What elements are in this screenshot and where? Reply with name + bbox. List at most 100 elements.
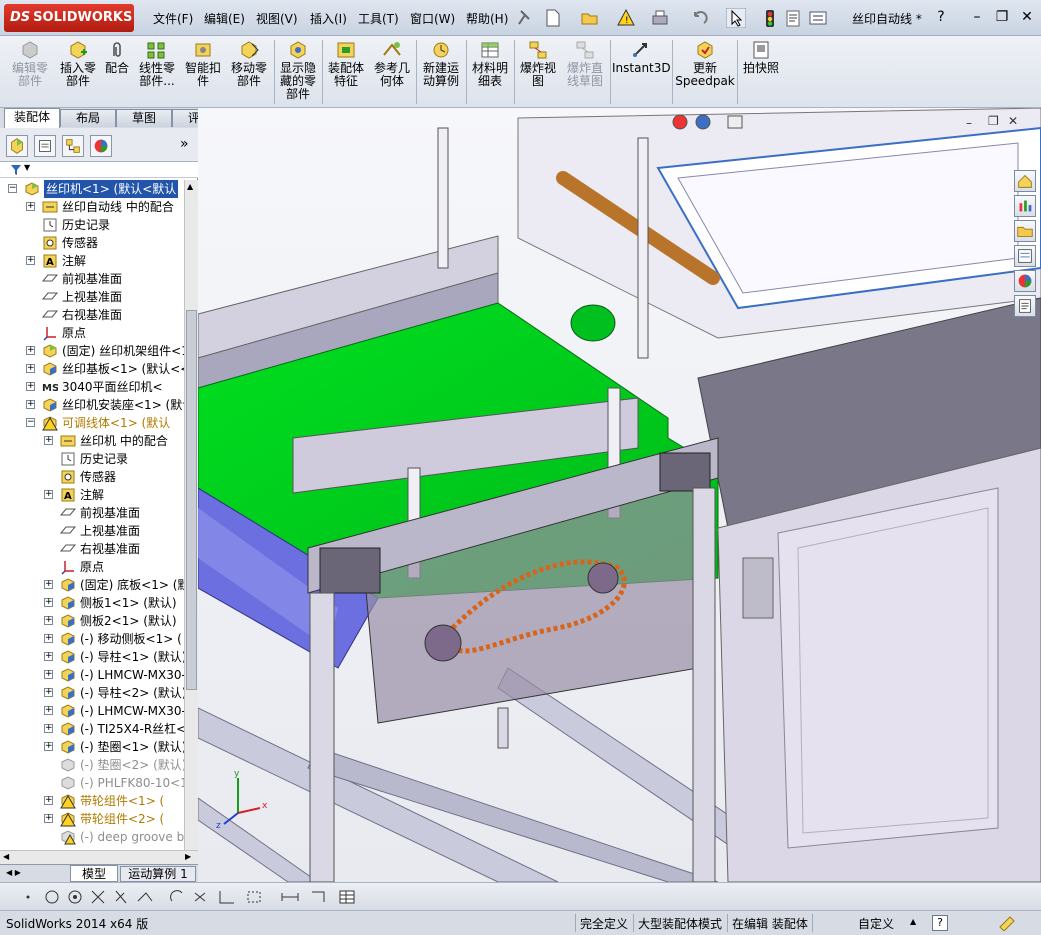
solidworks-logo[interactable]: DS SOLIDWORKS <box>4 4 134 32</box>
tree-node[interactable]: + 丝印机 中的配合 <box>0 432 184 450</box>
tree-node[interactable]: + (固定) 底板<1> (默 <box>0 576 184 594</box>
tree-node[interactable]: + (-) 垫圈<1> (默认) <box>0 738 184 756</box>
tree-node[interactable]: 传感器 <box>0 468 184 486</box>
home-icon[interactable] <box>1014 170 1036 192</box>
expand-plus-icon[interactable]: + <box>44 634 53 643</box>
scroll-left-arrow-icon[interactable]: ◀ <box>3 852 9 861</box>
viewport-minimize-icon[interactable]: – <box>966 116 972 130</box>
resources-icon[interactable] <box>1014 195 1036 217</box>
mate-button[interactable]: 配合 <box>102 40 132 75</box>
expand-plus-icon[interactable]: + <box>26 400 35 409</box>
units-dropdown-icon[interactable]: ▲ <box>910 917 916 926</box>
tab-motion-study[interactable]: 运动算例 1 <box>120 866 196 882</box>
tree-node[interactable]: (-) deep groove b <box>0 828 184 846</box>
menu-file[interactable]: 文件(F) <box>153 10 193 27</box>
tree-node[interactable]: (-) 垫圈<2> (默认) <box>0 756 184 774</box>
expand-plus-icon[interactable]: + <box>44 688 53 697</box>
help-button[interactable]: ? <box>932 8 950 26</box>
file-explorer-icon[interactable] <box>1014 245 1036 267</box>
appearances-icon[interactable] <box>1014 270 1036 292</box>
expand-plus-icon[interactable]: + <box>44 706 53 715</box>
linear-pattern-button[interactable]: 线性零 部件... <box>135 40 179 88</box>
reference-geometry-button[interactable]: 参考几 何体 <box>370 40 414 88</box>
menu-edit[interactable]: 编辑(E) <box>204 10 245 27</box>
bill-of-materials-button[interactable]: 材料明 细表 <box>468 40 512 88</box>
rebuild-warning-icon[interactable]: ! <box>616 8 636 28</box>
expand-plus-icon[interactable]: + <box>26 364 35 373</box>
tree-node[interactable]: − 可调线体<1> (默认 <box>0 414 184 432</box>
tree-node[interactable]: + 带轮组件<2> ( <box>0 810 184 828</box>
select-pointer-icon[interactable] <box>726 8 746 28</box>
exploded-view-button[interactable]: 爆炸视 图 <box>516 40 560 88</box>
tree-vertical-scrollbar[interactable]: ▲ <box>184 180 198 850</box>
viewport-restore-icon[interactable]: ❐ <box>988 114 999 128</box>
tree-node[interactable]: 右视基准面 <box>0 306 184 324</box>
expand-plus-icon[interactable]: + <box>44 724 53 733</box>
sketch-tools-strip[interactable] <box>20 887 380 907</box>
tree-node[interactable]: + (-) LHMCW-MX30-米 <box>0 702 184 720</box>
tree-node[interactable]: + 侧板1<1> (默认) <box>0 594 184 612</box>
file-properties-icon[interactable] <box>783 8 803 28</box>
expand-plus-icon[interactable]: + <box>26 382 35 391</box>
tab-model[interactable]: 模型 <box>70 865 118 882</box>
rebuild-traffic-light-icon[interactable] <box>760 8 780 28</box>
filter-dropdown-arrow-icon[interactable]: ▼ <box>24 163 30 172</box>
tree-node[interactable]: + (-) 导柱<2> (默认) <box>0 684 184 702</box>
tree-node[interactable]: 原点 <box>0 324 184 342</box>
new-motion-study-button[interactable]: 新建运 动算例 <box>418 40 464 88</box>
print-icon[interactable] <box>650 8 670 28</box>
tab-layout[interactable]: 布局 <box>60 109 116 127</box>
tree-node[interactable]: 前视基准面 <box>0 504 184 522</box>
menu-tools[interactable]: 工具(T) <box>358 10 399 27</box>
tree-node[interactable]: + A 注解 <box>0 486 184 504</box>
tree-filter[interactable]: ▼ <box>0 162 198 178</box>
tree-node[interactable]: + 带轮组件<1> ( <box>0 792 184 810</box>
scroll-up-arrow-icon[interactable]: ▲ <box>187 182 193 191</box>
tree-node[interactable]: + 丝印基板<1> (默认<<5 <box>0 360 184 378</box>
pin-icon[interactable] <box>515 8 535 28</box>
graphics-area[interactable]: y x z – ❐ ✕ <box>198 108 1041 882</box>
collapse-minus-icon[interactable]: − <box>26 418 35 427</box>
instant3d-button[interactable]: Instant3D <box>612 40 671 75</box>
tree-node[interactable]: 前视基准面 <box>0 270 184 288</box>
tree-node[interactable]: + 丝印自动线 中的配合 <box>0 198 184 216</box>
expand-plus-icon[interactable]: + <box>44 814 53 823</box>
tree-node[interactable]: 上视基准面 <box>0 288 184 306</box>
scrollbar-thumb[interactable] <box>186 310 197 690</box>
expand-plus-icon[interactable]: + <box>44 742 53 751</box>
expand-plus-icon[interactable]: + <box>26 256 35 265</box>
close-button[interactable]: ✕ <box>1018 8 1036 26</box>
expand-plus-icon[interactable]: + <box>26 346 35 355</box>
options-icon[interactable] <box>808 8 828 28</box>
tree-node[interactable]: + 丝印机安装座<1> (默认 <box>0 396 184 414</box>
design-library-icon[interactable] <box>1014 220 1036 242</box>
tree-node[interactable]: + (固定) 丝印机架组件<1 <box>0 342 184 360</box>
expand-plus-icon[interactable]: + <box>44 796 53 805</box>
update-speedpak-button[interactable]: 更新 Speedpak <box>674 40 736 88</box>
take-snapshot-button[interactable]: 拍快照 <box>740 40 782 75</box>
new-document-icon[interactable] <box>543 8 563 28</box>
tree-node[interactable]: + 侧板2<1> (默认) <box>0 612 184 630</box>
tree-node[interactable]: + MS 3040平面丝印机< <box>0 378 184 396</box>
display-manager-icon[interactable] <box>90 135 112 157</box>
tab-sketch[interactable]: 草图 <box>116 109 172 127</box>
tree-node[interactable]: (-) PHLFK80-10<1> <box>0 774 184 792</box>
viewport-close-icon[interactable]: ✕ <box>1008 114 1018 128</box>
tree-node[interactable]: 原点 <box>0 558 184 576</box>
expand-plus-icon[interactable]: + <box>44 670 53 679</box>
quick-tips-icon[interactable] <box>998 915 1016 931</box>
tree-node[interactable]: 传感器 <box>0 234 184 252</box>
scroll-right-arrow-icon[interactable]: ▶ <box>185 852 191 861</box>
expand-plus-icon[interactable]: + <box>44 580 53 589</box>
tree-node[interactable]: + (-) 导柱<1> (默认) <box>0 648 184 666</box>
expand-plus-icon[interactable]: + <box>44 616 53 625</box>
expand-plus-icon[interactable]: + <box>44 436 53 445</box>
tree-node[interactable]: + (-) TI25X4-R丝杠<1 <box>0 720 184 738</box>
expand-plus-icon[interactable]: + <box>26 202 35 211</box>
open-document-icon[interactable] <box>580 8 600 28</box>
expand-plus-icon[interactable]: + <box>44 598 53 607</box>
collapse-minus-icon[interactable]: − <box>8 184 17 193</box>
tree-node[interactable]: 历史记录 <box>0 216 184 234</box>
expand-plus-icon[interactable]: + <box>44 490 53 499</box>
menu-insert[interactable]: 插入(I) <box>310 10 347 27</box>
